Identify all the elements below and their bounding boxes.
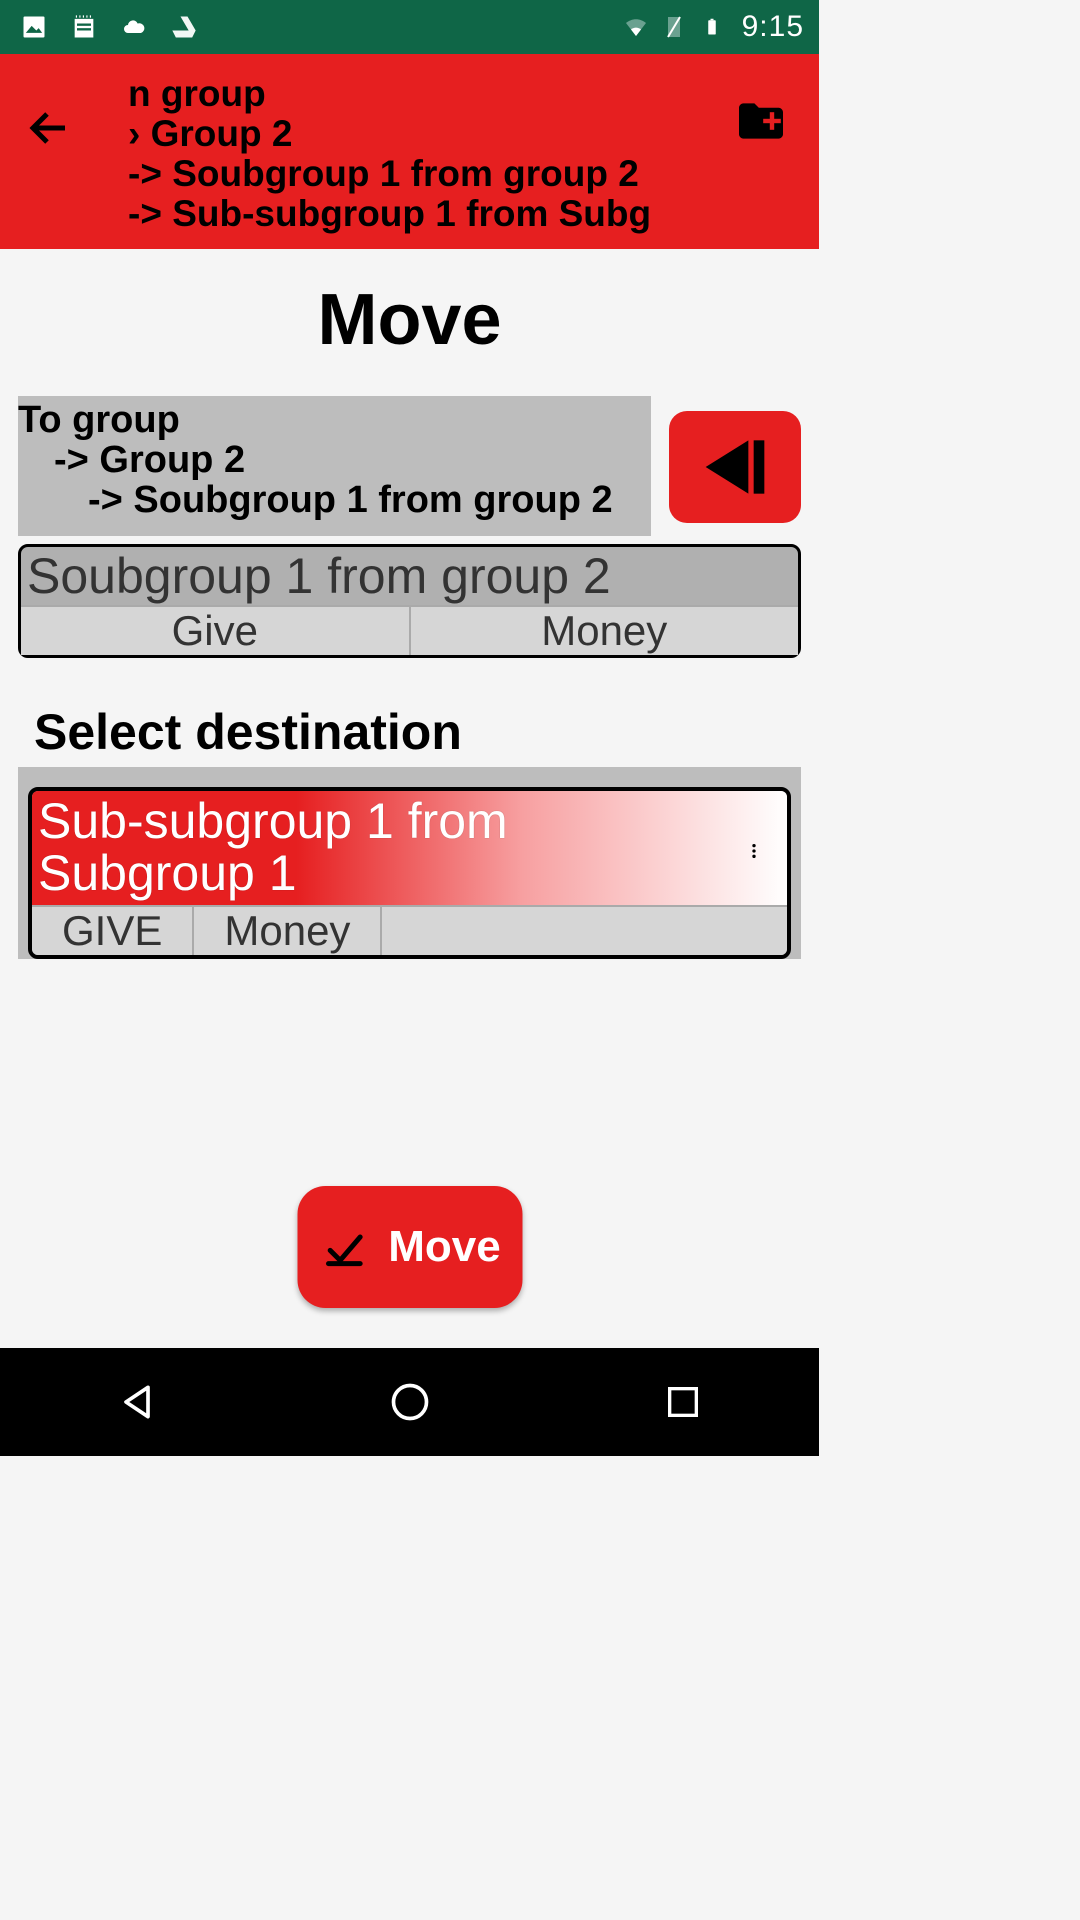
destination-card[interactable]: Sub-subgroup 1 from Subgroup 1 GIVE Mone…: [28, 787, 791, 959]
destination-tags: GIVE Money: [32, 905, 787, 955]
destination-title-area: Sub-subgroup 1 from Subgroup 1: [32, 791, 787, 905]
new-folder-button[interactable]: [733, 99, 789, 143]
source-tag-money: Money: [411, 607, 799, 655]
navigation-bar: [0, 1348, 819, 1456]
check-icon: [318, 1227, 368, 1267]
source-card-title: Soubgroup 1 from group 2: [21, 547, 798, 605]
destination-tag-spacer: [382, 907, 787, 955]
more-options-icon[interactable]: [746, 826, 762, 881]
gallery-icon: [20, 13, 48, 41]
source-path-box: To group -> Group 2 -> Soubgroup 1 from …: [18, 396, 651, 536]
navigate-up-button[interactable]: [669, 411, 801, 523]
source-tag-give: Give: [21, 607, 411, 655]
cloud-icon: [120, 13, 148, 41]
status-right-icons: 9:15: [622, 10, 804, 44]
source-path-row: To group -> Group 2 -> Soubgroup 1 from …: [0, 396, 819, 536]
status-left-icons: [20, 13, 198, 41]
calendar-icon: [70, 13, 98, 41]
drive-icon: [170, 13, 198, 41]
back-button[interactable]: [25, 104, 73, 152]
wifi-icon: [622, 13, 650, 41]
source-path-line-2: -> Group 2: [18, 440, 651, 480]
source-card[interactable]: Soubgroup 1 from group 2 Give Money: [18, 544, 801, 658]
move-button[interactable]: Move: [297, 1186, 522, 1308]
battery-icon: [698, 13, 726, 41]
destination-tag-money: Money: [194, 907, 382, 955]
status-time: 9:15: [742, 10, 804, 44]
nav-home-button[interactable]: [380, 1372, 440, 1432]
nav-recent-button[interactable]: [653, 1372, 713, 1432]
sim-icon: [660, 13, 688, 41]
content-area: Move To group -> Group 2 -> Soubgroup 1 …: [0, 249, 819, 1348]
destination-heading: Select destination: [34, 703, 819, 761]
source-path-line-1: To group: [18, 400, 651, 440]
breadcrumb: n group › Group 2 -> Soubgroup 1 from gr…: [128, 74, 794, 234]
breadcrumb-line-2: › Group 2: [128, 114, 794, 154]
destination-card-title: Sub-subgroup 1 from Subgroup 1: [38, 795, 717, 899]
move-button-label: Move: [388, 1222, 500, 1272]
status-bar: 9:15: [0, 0, 819, 54]
source-path-line-3: -> Soubgroup 1 from group 2: [18, 480, 651, 520]
page-title: Move: [0, 279, 819, 361]
destination-panel: Sub-subgroup 1 from Subgroup 1 GIVE Mone…: [18, 767, 801, 959]
destination-tag-give: GIVE: [32, 907, 194, 955]
breadcrumb-line-4: -> Sub-subgroup 1 from Subg: [128, 194, 794, 234]
app-bar: n group › Group 2 -> Soubgroup 1 from gr…: [0, 54, 819, 249]
source-card-tags: Give Money: [21, 605, 798, 655]
breadcrumb-line-1: n group: [128, 74, 794, 114]
breadcrumb-line-3: -> Soubgroup 1 from group 2: [128, 154, 794, 194]
nav-back-button[interactable]: [107, 1372, 167, 1432]
